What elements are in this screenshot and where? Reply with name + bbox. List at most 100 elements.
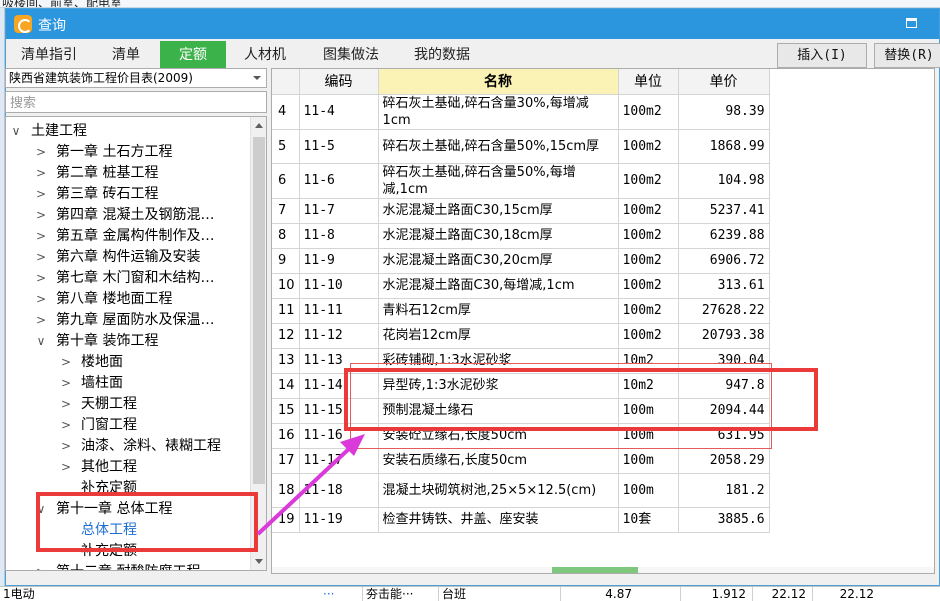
tree-item[interactable]: > 第二章 桩基工程 bbox=[6, 163, 249, 184]
chevron-down-icon bbox=[253, 76, 261, 80]
row-code: 11-11 bbox=[299, 298, 379, 324]
chevron-down-icon[interactable]: ∨ bbox=[35, 331, 47, 352]
tree-item-label: 第一章 土石方工程 bbox=[56, 144, 173, 160]
chevron-right-icon[interactable]: > bbox=[60, 415, 72, 436]
table-row[interactable]: 4 11-4 碎石灰土基础,碎石含量30%,每增减1cm 100m2 98.39 bbox=[272, 94, 770, 130]
table-row[interactable]: 19 11-19 检查井铸铁、井盖、座安装 10套 3885.6 bbox=[272, 507, 770, 533]
chevron-right-icon[interactable]: > bbox=[60, 352, 72, 373]
row-index: 4 bbox=[272, 94, 300, 130]
tree-item-label: 土建工程 bbox=[31, 123, 87, 139]
chevron-right-icon[interactable]: > bbox=[60, 394, 72, 415]
row-code: 11-4 bbox=[299, 94, 379, 130]
tree-item[interactable]: ∨ 土建工程 bbox=[6, 121, 249, 142]
row-name: 碎石灰土基础,碎石含量50%,15cm厚 bbox=[378, 129, 619, 164]
row-name: 检查井铸铁、井盖、座安装 bbox=[378, 507, 619, 533]
row-index: 15 bbox=[272, 398, 300, 424]
tab-my-data[interactable]: 我的数据 bbox=[398, 41, 486, 69]
chevron-right-icon[interactable]: > bbox=[35, 142, 47, 163]
table-row[interactable]: 10 11-10 水泥混凝土路面C30,每增减,1cm 100m2 313.61 bbox=[272, 273, 770, 299]
row-price: 104.98 bbox=[678, 163, 770, 199]
tab-bill[interactable]: 清单 bbox=[92, 41, 160, 69]
annotation-tree-box bbox=[36, 492, 258, 552]
tree-item[interactable]: > 第四章 混凝土及钢筋混… bbox=[6, 205, 249, 226]
row-code: 11-5 bbox=[299, 129, 379, 164]
row-price: 2058.29 bbox=[678, 448, 770, 474]
row-unit: 100m2 bbox=[618, 198, 679, 224]
scrollbar-thumb[interactable] bbox=[552, 567, 638, 573]
maximize-icon[interactable] bbox=[906, 18, 917, 28]
library-select[interactable]: 陕西省建筑装饰工程价目表(2009) bbox=[5, 68, 267, 88]
row-index: 14 bbox=[272, 373, 300, 399]
tree-item-label: 第四章 混凝土及钢筋混… bbox=[56, 207, 215, 223]
column-header-unit[interactable]: 单位 bbox=[618, 69, 679, 95]
chevron-right-icon[interactable]: > bbox=[35, 310, 47, 331]
tab-list-guide[interactable]: 清单指引 bbox=[6, 41, 92, 69]
chevron-right-icon[interactable]: > bbox=[35, 289, 47, 310]
tab-quota[interactable]: 定额 bbox=[160, 41, 226, 69]
row-name: 水泥混凝土路面C30,20cm厚 bbox=[378, 248, 619, 274]
row-index: 17 bbox=[272, 448, 300, 474]
insert-button[interactable]: 插入(I) bbox=[777, 43, 867, 68]
tree-item[interactable]: > 第九章 屋面防水及保温… bbox=[6, 310, 249, 331]
tab-atlas-practice[interactable]: 图集做法 bbox=[304, 41, 398, 69]
chevron-right-icon[interactable]: > bbox=[35, 247, 47, 268]
table-row[interactable]: 5 11-5 碎石灰土基础,碎石含量50%,15cm厚 100m2 1868.99 bbox=[272, 129, 770, 164]
tree-item-label: 第九章 屋面防水及保温… bbox=[56, 312, 215, 328]
chevron-right-icon[interactable]: > bbox=[35, 163, 47, 184]
tree-item[interactable]: > 油漆、涂料、裱糊工程 bbox=[6, 436, 249, 457]
row-unit: 100m bbox=[618, 473, 679, 508]
tree-item[interactable]: > 墙柱面 bbox=[6, 373, 249, 394]
tree-item[interactable]: > 第七章 木门窗和木结构… bbox=[6, 268, 249, 289]
background-cell: 夯击能··· bbox=[362, 587, 413, 601]
column-header-code[interactable]: 编码 bbox=[299, 69, 379, 95]
row-price: 27628.22 bbox=[678, 298, 770, 324]
tab-labor-material-machine[interactable]: 人材机 bbox=[226, 41, 304, 69]
table-row[interactable]: 12 11-12 花岗岩12cm厚 100m2 20793.38 bbox=[272, 323, 770, 349]
chevron-right-icon[interactable]: > bbox=[35, 184, 47, 205]
tree-item[interactable]: > 门窗工程 bbox=[6, 415, 249, 436]
scrollbar-thumb[interactable] bbox=[253, 137, 265, 484]
row-name: 水泥混凝土路面C30,15cm厚 bbox=[378, 198, 619, 224]
chevron-right-icon[interactable]: > bbox=[35, 205, 47, 226]
tree-item[interactable]: > 天棚工程 bbox=[6, 394, 249, 415]
tree-item[interactable]: > 其他工程 bbox=[6, 457, 249, 478]
quota-table: 编码 名称 单位 单价 4 11-4 碎石灰土基础,碎石含量30%,每增减1cm 10… bbox=[271, 68, 935, 574]
chevron-right-icon[interactable]: > bbox=[35, 226, 47, 247]
table-row[interactable]: 18 11-18 混凝土块砌筑树池,25×5×12.5(cm) 100m 181.2 bbox=[272, 473, 770, 508]
column-header-name[interactable]: 名称 bbox=[378, 69, 619, 95]
search-input[interactable] bbox=[5, 91, 267, 113]
tree-item[interactable]: > 第五章 金属构件制作及… bbox=[6, 226, 249, 247]
chevron-right-icon[interactable]: > bbox=[35, 562, 47, 570]
table-row[interactable]: 17 11-17 安装石质缘石,长度50cm 100m 2058.29 bbox=[272, 448, 770, 474]
app-logo-icon bbox=[14, 15, 32, 33]
column-header-price[interactable]: 单价 bbox=[678, 69, 770, 95]
table-row[interactable]: 7 11-7 水泥混凝土路面C30,15cm厚 100m2 5237.41 bbox=[272, 198, 770, 224]
chevron-right-icon[interactable]: > bbox=[60, 457, 72, 478]
scroll-up-icon[interactable] bbox=[255, 123, 263, 128]
tree-item[interactable]: > 第六章 构件运输及安装 bbox=[6, 247, 249, 268]
chevron-right-icon[interactable]: > bbox=[35, 268, 47, 289]
background-cell: 22.12 bbox=[812, 587, 878, 601]
scroll-down-icon[interactable] bbox=[255, 559, 263, 564]
background-cell: ··· bbox=[323, 587, 335, 601]
tree-item[interactable]: ∨ 第十章 装饰工程 bbox=[6, 331, 249, 352]
background-cell: 台班 bbox=[438, 587, 466, 601]
row-code: 11-12 bbox=[299, 323, 379, 349]
tree-item[interactable]: > 第八章 楼地面工程 bbox=[6, 289, 249, 310]
table-hscrollbar[interactable] bbox=[272, 567, 934, 573]
row-price: 313.61 bbox=[678, 273, 770, 299]
table-row[interactable]: 6 11-6 碎石灰土基础,碎石含量50%,每增减,1cm 100m2 104.98 bbox=[272, 163, 770, 199]
table-row[interactable]: 11 11-11 青料石12cm厚 100m2 27628.22 bbox=[272, 298, 770, 324]
replace-button[interactable]: 替换(R) bbox=[874, 43, 940, 68]
tree-item[interactable]: > 第十二章 耐酸防腐工程 bbox=[6, 562, 249, 570]
tree-item-label: 第七章 木门窗和木结构… bbox=[56, 270, 215, 286]
chevron-right-icon[interactable]: > bbox=[60, 436, 72, 457]
tree-item[interactable]: > 楼地面 bbox=[6, 352, 249, 373]
tree-item[interactable]: > 第一章 土石方工程 bbox=[6, 142, 249, 163]
table-row[interactable]: 9 11-9 水泥混凝土路面C30,20cm厚 100m2 6906.72 bbox=[272, 248, 770, 274]
chevron-down-icon[interactable]: ∨ bbox=[10, 121, 22, 142]
tree-item[interactable]: > 第三章 砖石工程 bbox=[6, 184, 249, 205]
table-row[interactable]: 8 11-8 水泥混凝土路面C30,18cm厚 100m2 6239.88 bbox=[272, 223, 770, 249]
chevron-right-icon[interactable]: > bbox=[60, 373, 72, 394]
library-select-value: 陕西省建筑装饰工程价目表(2009) bbox=[9, 71, 193, 85]
